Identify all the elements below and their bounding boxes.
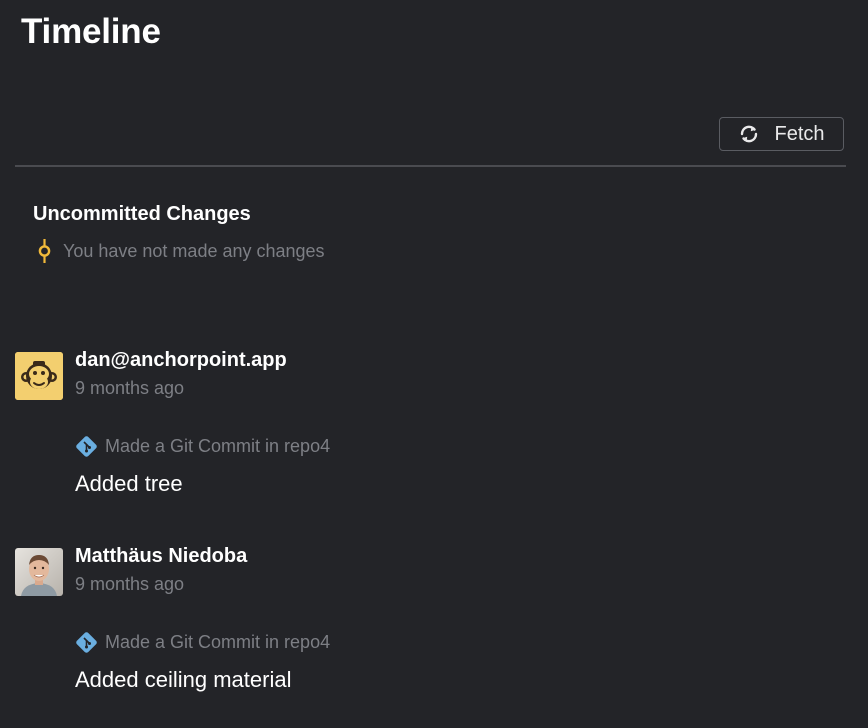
commit-action-text: Made a Git Commit in repo4 — [105, 632, 331, 652]
commit-action: Made a Git Commit in repo4 — [74, 434, 330, 459]
timestamp: 9 months ago — [75, 574, 185, 594]
refresh-icon — [738, 123, 760, 145]
author-name: Matthäus Niedoba — [75, 545, 248, 567]
person-photo-avatar — [15, 548, 63, 596]
no-changes-text: You have not made any changes — [63, 240, 325, 261]
commit-message: Added tree — [75, 471, 183, 496]
fetch-button[interactable]: Fetch — [719, 117, 844, 151]
git-icon — [74, 434, 99, 459]
fetch-label: Fetch — [774, 122, 825, 145]
commit-node-icon — [36, 238, 53, 264]
page-title: Timeline — [21, 12, 161, 51]
timeline-page: Timeline Fetch Uncommitted Changes You h… — [0, 0, 868, 728]
no-changes-row: You have not made any changes — [36, 238, 325, 264]
commit-message: Added ceiling material — [75, 667, 292, 692]
author-name: dan@anchorpoint.app — [75, 349, 287, 371]
commit-action-text: Made a Git Commit in repo4 — [105, 436, 331, 456]
timestamp: 9 months ago — [75, 378, 185, 398]
monkey-avatar — [15, 352, 63, 400]
uncommitted-changes-title: Uncommitted Changes — [33, 203, 251, 225]
divider — [15, 165, 846, 167]
commit-action: Made a Git Commit in repo4 — [74, 630, 330, 655]
git-icon — [74, 630, 99, 655]
